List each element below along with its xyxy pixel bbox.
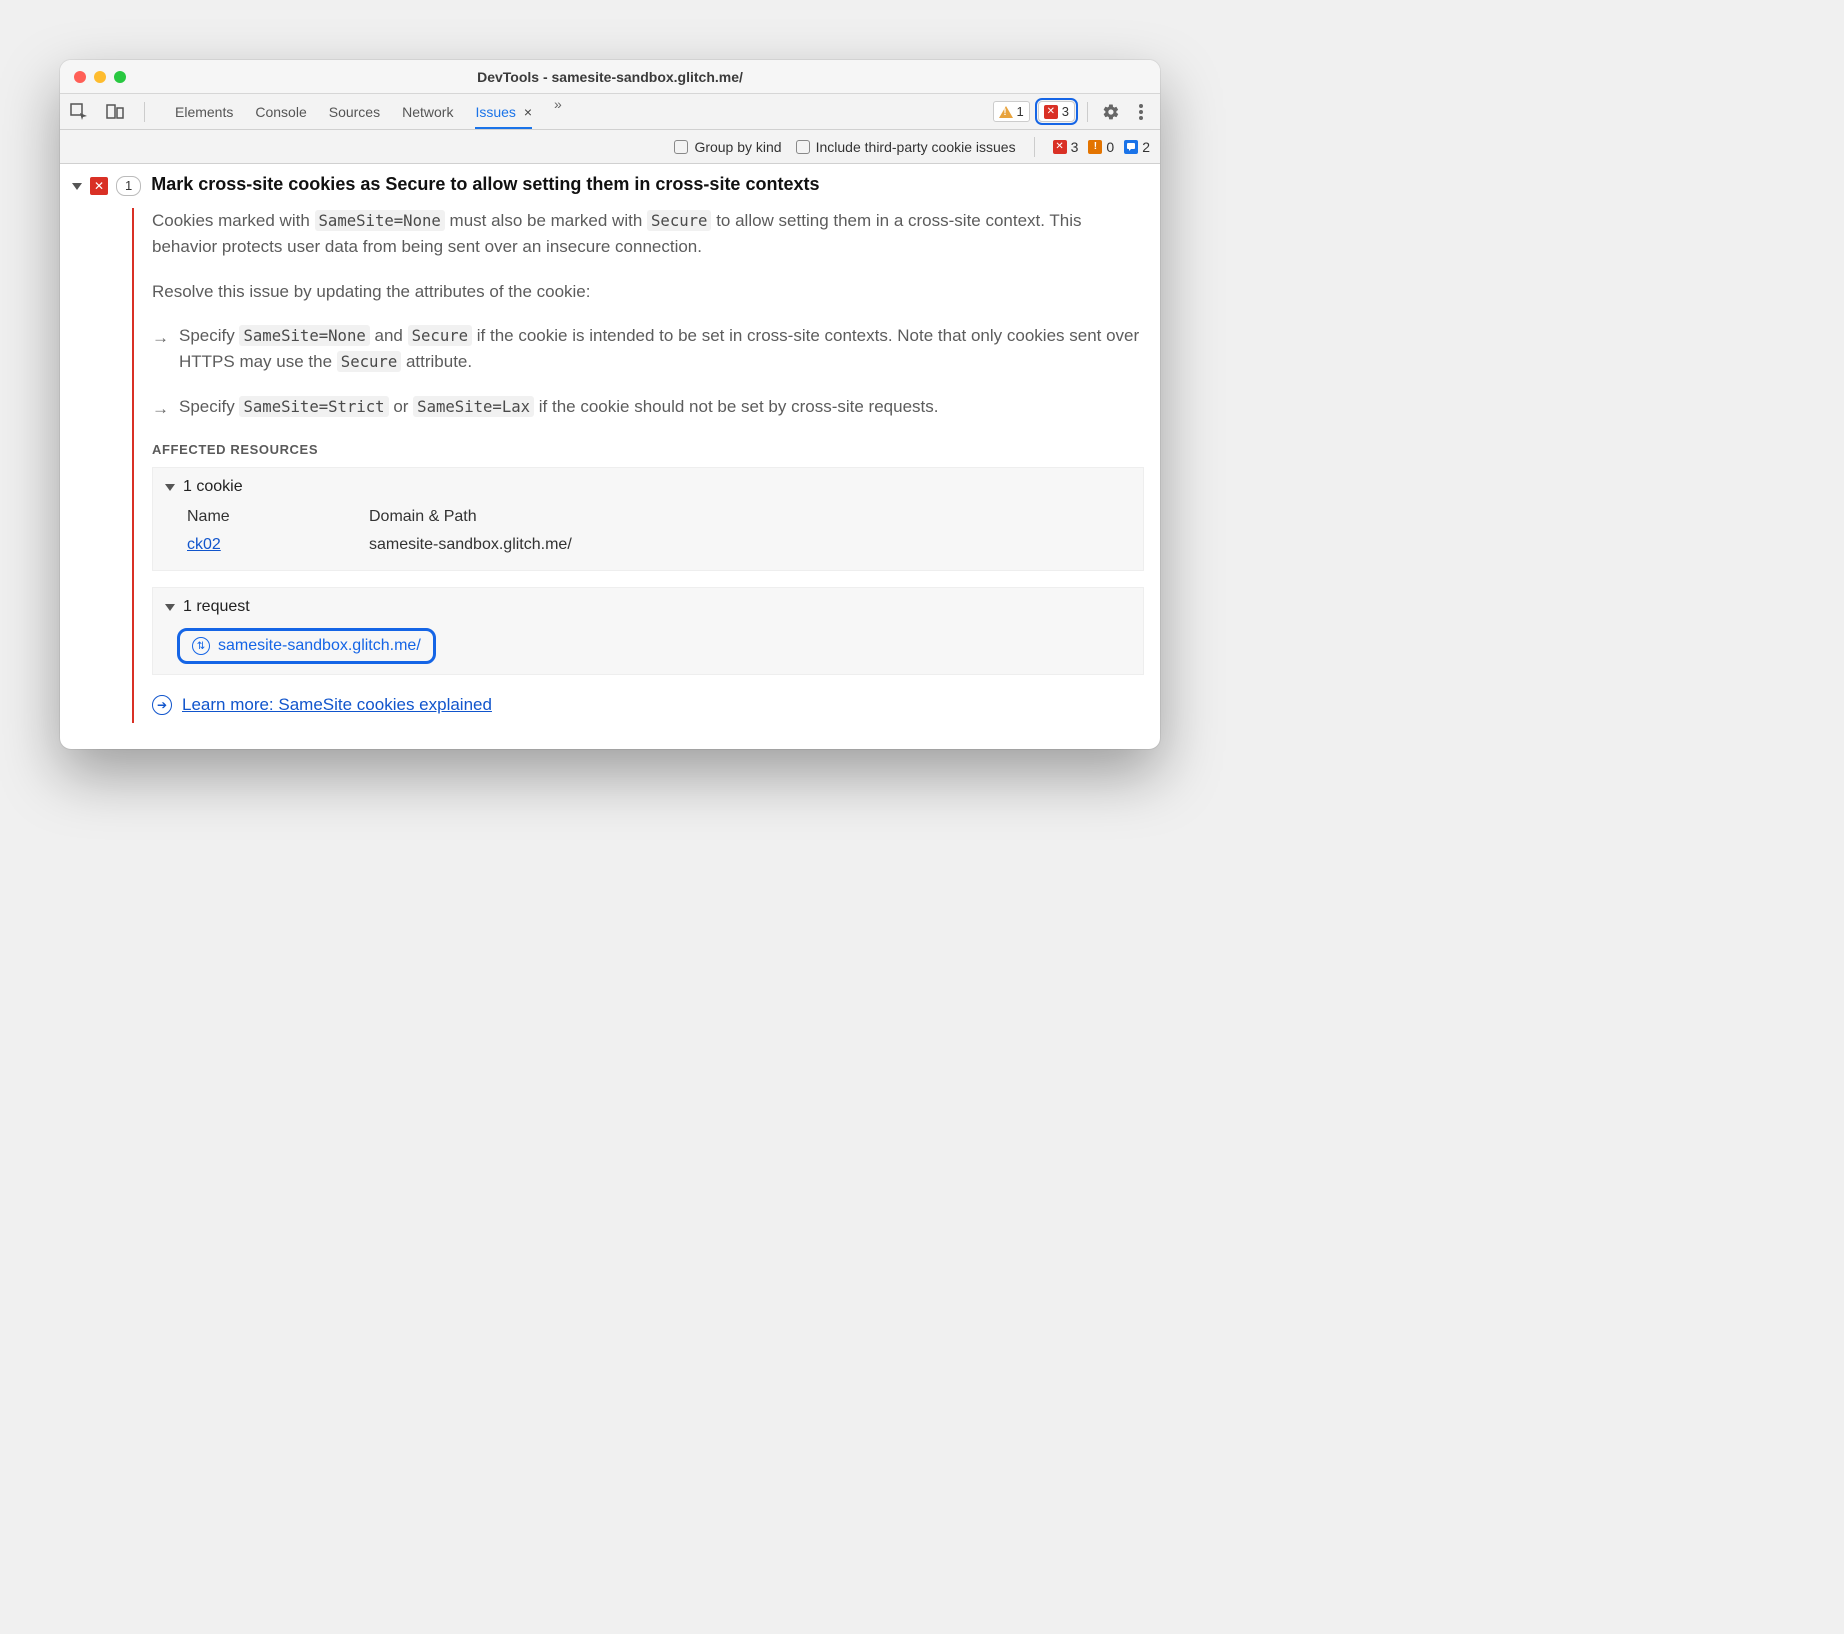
- code-secure: Secure: [647, 210, 711, 231]
- window-titlebar: DevTools - samesite-sandbox.glitch.me/: [60, 60, 1160, 94]
- tab-elements[interactable]: Elements: [175, 96, 233, 128]
- issue-description-1: Cookies marked with SameSite=None must a…: [152, 208, 1144, 261]
- issue-resolve-intro: Resolve this issue by updating the attri…: [152, 279, 1144, 305]
- warnings-counter[interactable]: 1: [993, 101, 1030, 122]
- col-domain: Domain & Path: [369, 504, 1129, 530]
- tab-network[interactable]: Network: [402, 96, 453, 128]
- settings-gear-icon[interactable]: [1100, 101, 1122, 123]
- issue-row[interactable]: ✕ 1 Mark cross-site cookies as Secure to…: [72, 174, 1144, 196]
- close-tab-icon[interactable]: ×: [524, 104, 532, 120]
- errors-count: 3: [1062, 104, 1069, 119]
- errors-counter[interactable]: ✕ 3: [1038, 101, 1075, 122]
- tab-console[interactable]: Console: [255, 96, 306, 128]
- filter-errors-count: 3: [1071, 139, 1079, 155]
- col-name: Name: [167, 504, 367, 530]
- panel-tabs: Elements Console Sources Network Issues …: [175, 96, 562, 128]
- issue-details: Cookies marked with SameSite=None must a…: [132, 208, 1144, 723]
- warnings-count: 1: [1017, 104, 1024, 119]
- affected-resources-heading: AFFECTED RESOURCES: [152, 442, 1144, 457]
- affected-cookies-table: Name Domain & Path ck02 samesite-sandbox…: [165, 502, 1131, 560]
- affected-cookies-toggle[interactable]: 1 cookie: [165, 478, 1131, 496]
- group-by-kind-label: Group by kind: [694, 139, 781, 155]
- kebab-menu-icon[interactable]: [1130, 101, 1152, 123]
- divider: [1087, 102, 1088, 122]
- table-row: ck02 samesite-sandbox.glitch.me/: [167, 532, 1129, 558]
- issues-panel-body: ✕ 1 Mark cross-site cookies as Secure to…: [60, 164, 1160, 749]
- affected-cookies-section: 1 cookie Name Domain & Path ck02 samesit…: [152, 467, 1144, 571]
- filter-messages-count: 2: [1142, 139, 1150, 155]
- devtools-tabbar: Elements Console Sources Network Issues …: [60, 94, 1160, 130]
- zoom-window-icon[interactable]: [114, 71, 126, 83]
- tab-issues-label: Issues: [475, 104, 515, 120]
- error-square-icon: ✕: [1044, 105, 1058, 119]
- divider: [144, 102, 145, 122]
- filter-messages[interactable]: 2: [1124, 139, 1150, 155]
- tab-issues[interactable]: Issues ×: [475, 96, 532, 128]
- third-party-cookies-checkbox[interactable]: Include third-party cookie issues: [796, 139, 1016, 155]
- external-link-icon: ➔: [152, 695, 172, 715]
- arrow-right-icon: →: [152, 323, 169, 376]
- inspect-element-icon[interactable]: [68, 101, 90, 123]
- cookie-domain: samesite-sandbox.glitch.me/: [369, 532, 1129, 558]
- checkbox-icon: [796, 140, 810, 154]
- caret-down-icon: [165, 604, 175, 611]
- learn-more-row: ➔ Learn more: SameSite cookies explained: [152, 695, 1144, 715]
- tab-sources[interactable]: Sources: [329, 96, 380, 128]
- learn-more-link[interactable]: Learn more: SameSite cookies explained: [182, 695, 492, 715]
- divider: [1034, 137, 1035, 157]
- request-link[interactable]: ⇅ samesite-sandbox.glitch.me/: [177, 628, 436, 664]
- window-title: DevTools - samesite-sandbox.glitch.me/: [60, 69, 1160, 85]
- issue-bullet-1: → Specify SameSite=None and Secure if th…: [152, 323, 1144, 376]
- devtools-window: DevTools - samesite-sandbox.glitch.me/ E…: [60, 60, 1160, 749]
- filter-warnings-count: 0: [1106, 139, 1114, 155]
- checkbox-icon: [674, 140, 688, 154]
- affected-requests-toggle[interactable]: 1 request: [165, 598, 1131, 616]
- filter-warnings[interactable]: ! 0: [1088, 139, 1114, 155]
- third-party-label: Include third-party cookie issues: [816, 139, 1016, 155]
- arrow-right-icon: →: [152, 394, 169, 422]
- code-samesite-none: SameSite=None: [315, 210, 445, 231]
- issue-count-pill: 1: [116, 176, 141, 196]
- message-square-icon: [1124, 140, 1138, 154]
- request-url: samesite-sandbox.glitch.me/: [218, 637, 421, 655]
- cookie-summary: 1 cookie: [183, 478, 243, 496]
- cookie-name-link[interactable]: ck02: [187, 536, 221, 553]
- close-window-icon[interactable]: [74, 71, 86, 83]
- issue-title: Mark cross-site cookies as Secure to all…: [151, 174, 819, 195]
- issue-bullet-2: → Specify SameSite=Strict or SameSite=La…: [152, 394, 1144, 422]
- device-toolbar-icon[interactable]: [104, 101, 126, 123]
- warning-triangle-icon: [999, 106, 1013, 118]
- affected-requests-section: 1 request ⇅ samesite-sandbox.glitch.me/: [152, 587, 1144, 675]
- error-square-icon: ✕: [90, 177, 108, 195]
- issues-filterbar: Group by kind Include third-party cookie…: [60, 130, 1160, 164]
- request-summary: 1 request: [183, 598, 250, 616]
- traffic-lights: [60, 71, 126, 83]
- group-by-kind-checkbox[interactable]: Group by kind: [674, 139, 781, 155]
- warning-square-icon: !: [1088, 140, 1102, 154]
- network-request-icon: ⇅: [192, 637, 210, 655]
- minimize-window-icon[interactable]: [94, 71, 106, 83]
- caret-down-icon: [165, 484, 175, 491]
- filter-errors[interactable]: ✕ 3: [1053, 139, 1079, 155]
- error-square-icon: ✕: [1053, 140, 1067, 154]
- caret-down-icon[interactable]: [72, 183, 82, 190]
- more-tabs-icon[interactable]: »: [554, 96, 562, 128]
